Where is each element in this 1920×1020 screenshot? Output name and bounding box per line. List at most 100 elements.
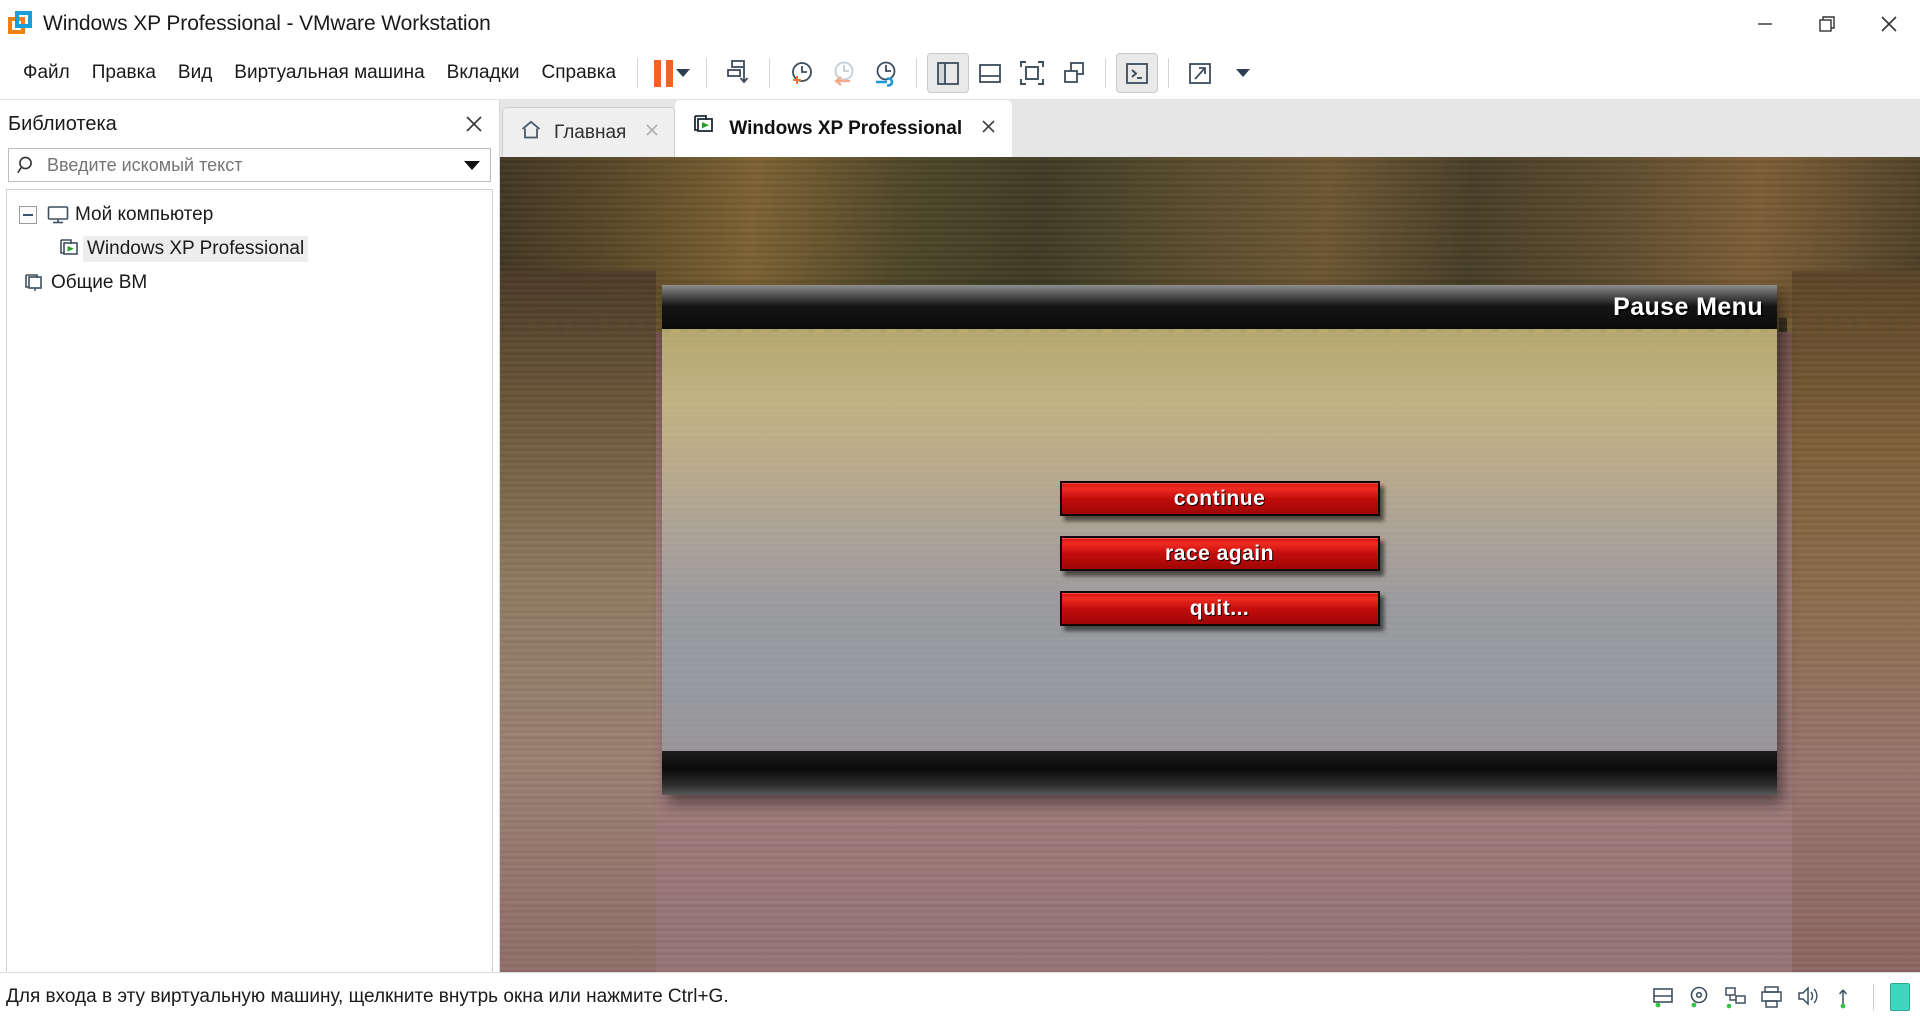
clock-back-icon bbox=[828, 58, 858, 88]
menu-tabs[interactable]: Вкладки bbox=[436, 56, 531, 90]
library-title: Библиотека bbox=[8, 113, 117, 136]
menu-help[interactable]: Справка bbox=[531, 56, 628, 90]
toolbar-separator bbox=[1168, 58, 1169, 88]
library-header: Библиотека bbox=[0, 100, 499, 148]
pause-menu-panel: Pause Menu continue race again quit... bbox=[662, 285, 1777, 795]
stretch-guest-button[interactable] bbox=[1179, 53, 1221, 93]
manage-snapshots-button[interactable] bbox=[864, 53, 906, 93]
search-input[interactable] bbox=[39, 155, 458, 176]
search-box[interactable] bbox=[8, 148, 491, 182]
status-printer-icon[interactable] bbox=[1759, 984, 1785, 1010]
tree-item-label: Общие ВМ bbox=[47, 270, 151, 296]
snapshot-manager-button[interactable] bbox=[717, 53, 759, 93]
menu-file[interactable]: Файл bbox=[12, 56, 81, 90]
game-button-race-again[interactable]: race again bbox=[1060, 536, 1380, 571]
status-cdrom-icon[interactable] bbox=[1687, 984, 1713, 1010]
vm-running-icon bbox=[692, 114, 718, 144]
minus-icon[interactable] bbox=[19, 206, 37, 224]
library-close-button[interactable] bbox=[455, 105, 493, 143]
pause-menu-titlebar: Pause Menu bbox=[662, 285, 1777, 329]
panel-left-icon bbox=[933, 58, 963, 88]
fullscreen-icon bbox=[1017, 58, 1047, 88]
terminal-icon bbox=[1122, 58, 1152, 88]
library-search-row bbox=[0, 148, 499, 189]
close-icon bbox=[644, 122, 660, 138]
library-tree: Мой компьютер Windows XP Professional bbox=[6, 189, 493, 972]
tab-strip: Главная Windows XP Professional bbox=[500, 100, 1920, 157]
window-title: Windows XP Professional - VMware Worksta… bbox=[43, 12, 491, 36]
status-separator bbox=[1873, 984, 1874, 1010]
game-left-scenery bbox=[500, 271, 656, 972]
show-thumbnail-bar-button[interactable] bbox=[969, 53, 1011, 93]
pause-menu-footer bbox=[662, 751, 1777, 795]
shared-vm-icon bbox=[21, 272, 47, 294]
tab-close-button[interactable] bbox=[980, 118, 997, 140]
status-harddisk-icon[interactable] bbox=[1651, 984, 1677, 1010]
toolbar-separator bbox=[637, 58, 638, 88]
status-device-icons bbox=[1651, 983, 1910, 1011]
library-sidebar: Библиотека bbox=[0, 100, 500, 972]
close-icon bbox=[463, 113, 485, 135]
close-icon bbox=[980, 118, 997, 135]
snapshot-download-icon bbox=[723, 58, 753, 88]
panel-bottom-icon bbox=[975, 58, 1005, 88]
chevron-down-icon[interactable] bbox=[464, 161, 480, 170]
status-bar: Для входа в эту виртуальную машину, щелк… bbox=[0, 972, 1920, 1020]
vmware-logo-icon bbox=[8, 11, 34, 37]
window-titlebar: Windows XP Professional - VMware Worksta… bbox=[0, 0, 1920, 47]
tab-windows-xp-professional[interactable]: Windows XP Professional bbox=[675, 100, 1012, 157]
status-usb-icon[interactable] bbox=[1831, 984, 1857, 1010]
window-controls bbox=[1734, 0, 1920, 47]
tree-item-shared-vms[interactable]: Общие ВМ bbox=[7, 266, 492, 300]
resize-diagonal-icon bbox=[1185, 58, 1215, 88]
close-button[interactable] bbox=[1858, 0, 1920, 47]
pause-icon bbox=[654, 60, 673, 87]
tree-item-my-computer[interactable]: Мой компьютер bbox=[7, 198, 492, 232]
pause-menu-buttons: continue race again quit... bbox=[1060, 481, 1380, 626]
menu-virtual-machine[interactable]: Виртуальная машина bbox=[223, 56, 435, 90]
take-snapshot-button[interactable] bbox=[780, 53, 822, 93]
suspend-button[interactable] bbox=[648, 53, 696, 93]
status-display-icon[interactable] bbox=[1890, 983, 1910, 1011]
chevron-down-icon bbox=[1236, 69, 1250, 77]
show-library-button[interactable] bbox=[927, 53, 969, 93]
toolbar-separator bbox=[1105, 58, 1106, 88]
revert-snapshot-button[interactable] bbox=[822, 53, 864, 93]
stretch-dropdown-button[interactable] bbox=[1221, 53, 1261, 93]
game-button-continue[interactable]: continue bbox=[1060, 481, 1380, 516]
main-area: Библиотека bbox=[0, 100, 1920, 972]
toolbar-separator bbox=[769, 58, 770, 88]
clock-wrench-icon bbox=[870, 58, 900, 88]
vm-running-icon bbox=[57, 238, 83, 260]
tab-label: Windows XP Professional bbox=[729, 118, 962, 140]
restore-button[interactable] bbox=[1796, 0, 1858, 47]
status-network-icon[interactable] bbox=[1723, 984, 1749, 1010]
tab-close-button[interactable] bbox=[644, 122, 660, 143]
tab-label: Главная bbox=[554, 122, 626, 144]
toolbar-separator bbox=[916, 58, 917, 88]
clock-plus-icon bbox=[786, 58, 816, 88]
menu-view[interactable]: Вид bbox=[167, 56, 223, 90]
game-right-scenery bbox=[1792, 271, 1920, 972]
home-icon bbox=[519, 118, 543, 148]
tab-home[interactable]: Главная bbox=[502, 107, 675, 157]
game-button-quit[interactable]: quit... bbox=[1060, 591, 1380, 626]
search-icon bbox=[15, 154, 39, 176]
monitor-icon bbox=[45, 204, 71, 226]
unity-windows-icon bbox=[1059, 58, 1089, 88]
minimize-button[interactable] bbox=[1734, 0, 1796, 47]
status-sound-icon[interactable] bbox=[1795, 984, 1821, 1010]
fullscreen-button[interactable] bbox=[1011, 53, 1053, 93]
tree-item-label: Windows XP Professional bbox=[83, 236, 308, 262]
pause-menu-body: continue race again quit... bbox=[662, 329, 1777, 751]
chevron-down-icon bbox=[676, 69, 690, 77]
menu-edit[interactable]: Правка bbox=[81, 56, 167, 90]
status-message: Для входа в эту виртуальную машину, щелк… bbox=[6, 986, 729, 1008]
guest-screen[interactable]: Pause Menu continue race again quit... bbox=[500, 157, 1920, 972]
tree-item-windows-xp-professional[interactable]: Windows XP Professional bbox=[7, 232, 492, 266]
pause-menu-title: Pause Menu bbox=[1613, 293, 1763, 322]
unity-mode-button[interactable] bbox=[1053, 53, 1095, 93]
console-button[interactable] bbox=[1116, 53, 1158, 93]
vm-pane: Главная Windows XP Professional bbox=[500, 100, 1920, 972]
tree-item-label: Мой компьютер bbox=[71, 202, 217, 228]
